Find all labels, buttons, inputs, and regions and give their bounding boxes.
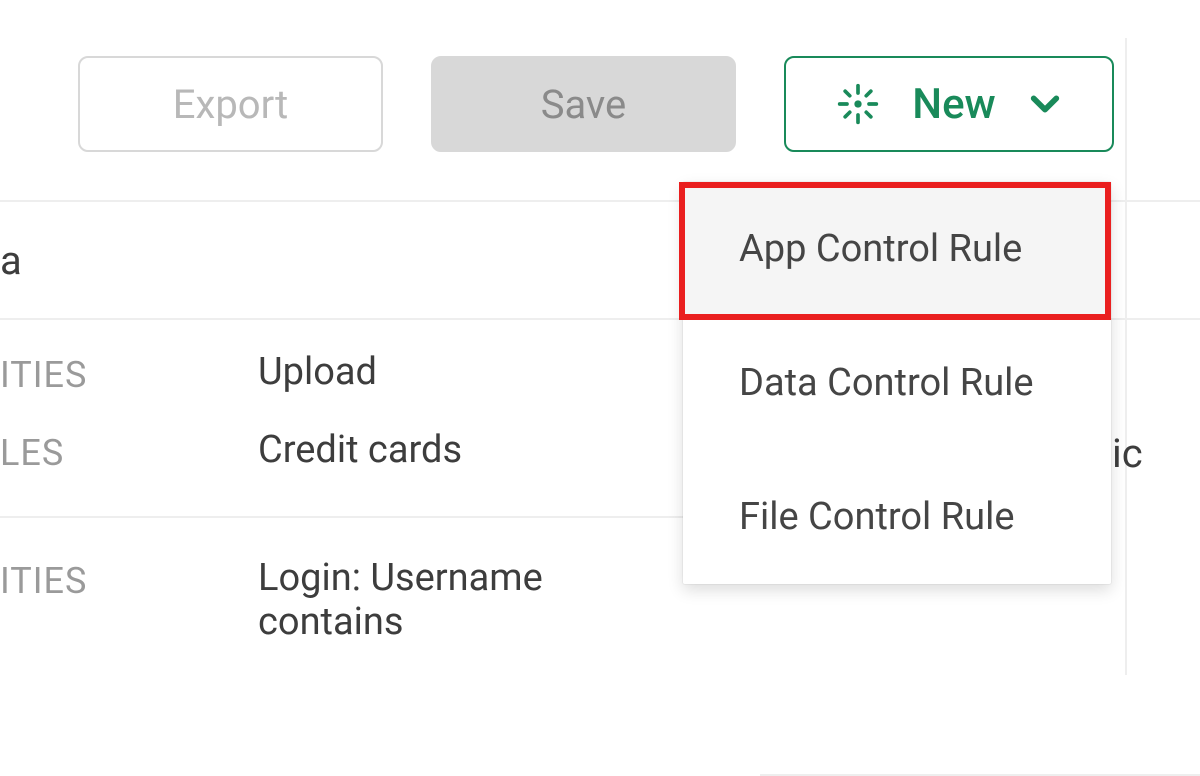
dropdown-item-label: File Control Rule [739,495,1014,539]
save-button[interactable]: Save [431,56,736,152]
dropdown-item-app-control-rule[interactable]: App Control Rule [683,182,1111,316]
row-value: Credit cards [258,428,462,472]
row-label: ITIES [0,350,258,396]
dropdown-item-file-control-rule[interactable]: File Control Rule [683,450,1111,584]
chevron-down-icon [1028,87,1062,121]
sparkle-icon [836,82,880,126]
export-button-label: Export [173,81,288,128]
header-partial-right: ic [1112,430,1143,477]
new-button[interactable]: New [784,56,1114,152]
row-label: LES [0,428,258,474]
export-button[interactable]: Export [78,56,383,152]
save-button-label: Save [541,81,627,128]
row-label: ITIES [0,556,258,602]
new-button-label: New [912,80,995,129]
dropdown-item-label: App Control Rule [739,227,1022,271]
section-divider [0,516,688,556]
dropdown-item-data-control-rule[interactable]: Data Control Rule [683,316,1111,450]
new-dropdown: App Control Rule Data Control Rule File … [683,182,1111,584]
header-partial-left: a [0,237,22,284]
dropdown-item-label: Data Control Rule [739,361,1034,405]
row-value: Upload [258,350,377,394]
toolbar: Export Save New [0,0,1200,202]
row-value: Login: Username contains [258,556,618,644]
